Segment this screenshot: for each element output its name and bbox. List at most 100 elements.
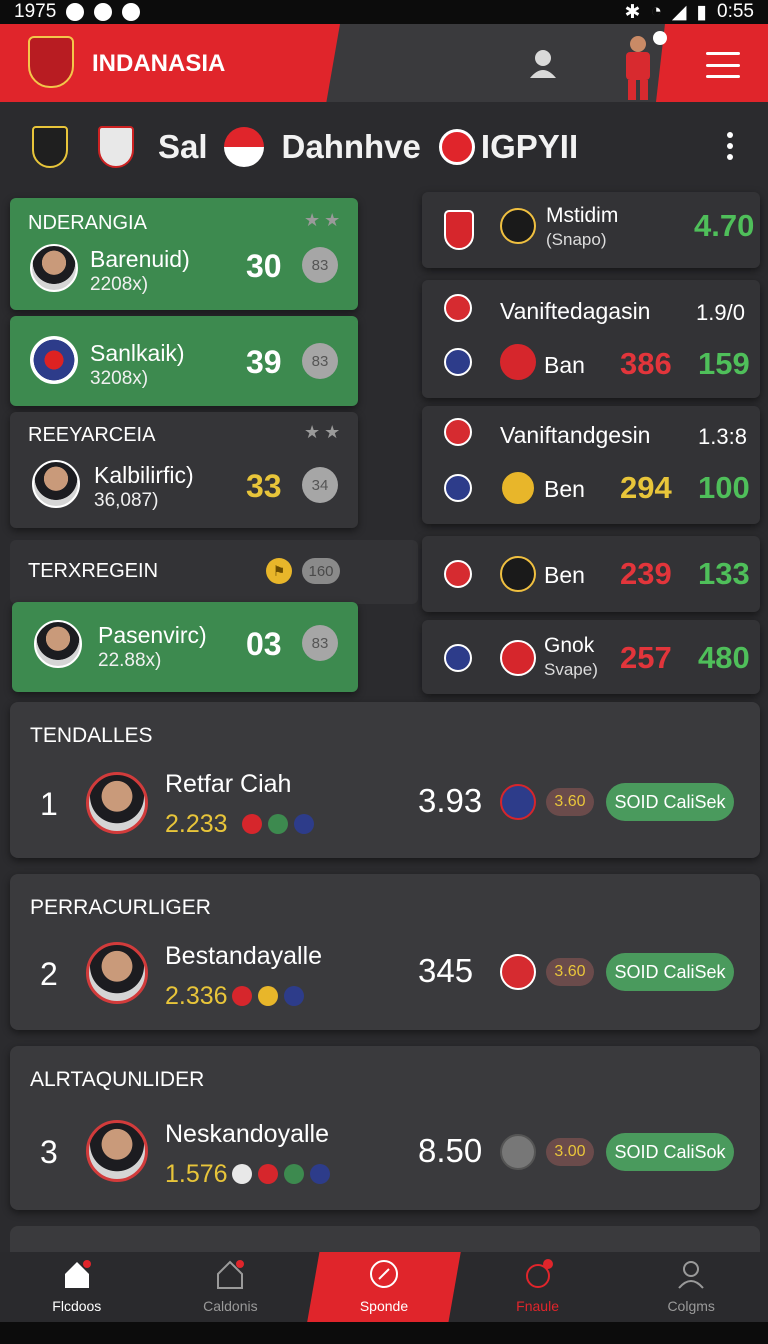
leader-heading: ALRTAQUNLIDER bbox=[30, 1068, 205, 1091]
profile-icon[interactable] bbox=[528, 46, 562, 80]
nav-label: Flcdoos bbox=[52, 1298, 102, 1314]
match-name: Mstidim bbox=[546, 204, 619, 227]
leader-value: 1.576 bbox=[165, 1160, 228, 1188]
brand-title: INDANASIA bbox=[92, 50, 226, 77]
bluetooth-icon: ✱ bbox=[624, 1, 641, 23]
leader-heading: PERRACURLIGER bbox=[30, 896, 211, 919]
avatar bbox=[86, 942, 148, 1004]
leader-row[interactable]: TENDALLES 1 Retfar Ciah 2.233 3.93 3.60 … bbox=[10, 702, 760, 858]
team-name: Ben bbox=[544, 562, 585, 588]
leader-row[interactable]: PERRACURLIGER 2 Bestandayalle 2.336 345 … bbox=[10, 874, 760, 1030]
match-ratio: 1.3:8 bbox=[698, 424, 747, 449]
score-b: 159 bbox=[698, 346, 750, 381]
match-card[interactable]: Ben 239 133 bbox=[422, 536, 760, 612]
player-name: Barenuid) bbox=[90, 246, 190, 272]
match-card[interactable]: Vaniftedagasin 1.9/0 Ban 386 159 bbox=[422, 280, 760, 398]
settings-icon bbox=[94, 3, 113, 21]
leader-score: 345 bbox=[418, 952, 474, 989]
action-button[interactable]: SOID CaliSek bbox=[606, 783, 734, 821]
player-card[interactable]: Sanlkaik) 3208x) 39 83 bbox=[10, 316, 358, 406]
team-name: Gnok bbox=[544, 634, 595, 657]
rank-number: 2 bbox=[40, 956, 58, 992]
match-card[interactable]: Mstidim (Snapo) 4.70 bbox=[422, 192, 760, 268]
player-card[interactable]: Pasenvirc) 22.88x) 03 83 bbox=[12, 602, 358, 692]
team-sub: Svape) bbox=[544, 660, 598, 679]
battery-icon: ▮ bbox=[696, 1, 708, 23]
rank-number: 3 bbox=[40, 1134, 58, 1170]
status-time-left: 1975 bbox=[14, 1, 57, 22]
team-blue-icon bbox=[444, 348, 472, 376]
club-logo-icon bbox=[500, 1134, 536, 1170]
club-logo-icon bbox=[500, 640, 536, 676]
nav-item-calendar[interactable]: Caldonis bbox=[154, 1252, 308, 1322]
player-name: Sanlkaik) bbox=[90, 340, 185, 366]
hamburger-menu-icon[interactable] bbox=[706, 52, 740, 78]
notification-icon bbox=[122, 3, 141, 21]
team-b-name: Dahnhve bbox=[281, 128, 421, 165]
player-score: 30 bbox=[246, 248, 282, 284]
player-stat: 22.88x) bbox=[98, 650, 162, 671]
club-logo-icon bbox=[500, 954, 536, 990]
score-b: 480 bbox=[698, 640, 750, 675]
player-card[interactable]: NDERANGIA ★★ Barenuid) 2208x) 30 83 bbox=[10, 198, 358, 310]
flag-icon bbox=[223, 127, 264, 167]
team-name: Ben bbox=[544, 476, 585, 502]
leader-score: 3.93 bbox=[418, 782, 483, 819]
team-b-crest-icon bbox=[98, 126, 134, 168]
score-a: 257 bbox=[620, 640, 672, 675]
nav-item-finale[interactable]: Fnaule bbox=[461, 1252, 615, 1322]
club-icons bbox=[232, 986, 304, 1006]
nav-label: Fnaule bbox=[516, 1298, 559, 1314]
match-name: Vaniftandgesin bbox=[500, 422, 651, 448]
score-b: 100 bbox=[698, 470, 750, 505]
status-time-right: 0:55 bbox=[717, 1, 754, 22]
next-row-peek bbox=[10, 1226, 760, 1252]
count-pill: 160 bbox=[302, 558, 340, 584]
brand-logo-icon[interactable] bbox=[28, 36, 74, 88]
leader-row[interactable]: ALRTAQUNLIDER 3 Neskandoyalle 1.576 8.50… bbox=[10, 1046, 760, 1210]
star-icons[interactable]: ★★ bbox=[304, 210, 344, 231]
club-logo-icon bbox=[500, 470, 536, 506]
avatar bbox=[86, 772, 148, 834]
action-button[interactable]: SOID CaliSok bbox=[606, 1133, 734, 1171]
compass-icon bbox=[369, 1260, 398, 1288]
match-card[interactable]: Gnok Svape) 257 480 bbox=[422, 620, 760, 694]
club-logo-icon bbox=[500, 344, 536, 380]
leader-name: Retfar Ciah bbox=[165, 770, 292, 798]
league-tag: IGPYII bbox=[480, 128, 579, 165]
alarm-icon bbox=[66, 3, 85, 21]
odds-pill[interactable]: 3.60 bbox=[546, 788, 594, 816]
player-score: 39 bbox=[246, 344, 282, 380]
team-a-crest-icon bbox=[32, 126, 68, 168]
leader-name: Neskandoyalle bbox=[165, 1120, 329, 1148]
player-card[interactable]: REEYARCEIA ★★ Kalbilirfic) 36,087) 33 34 bbox=[10, 412, 358, 528]
nav-item-profile[interactable]: Colgms bbox=[614, 1252, 768, 1322]
match-value: 4.70 bbox=[694, 208, 755, 243]
leader-name: Bestandayalle bbox=[165, 942, 323, 970]
user-icon bbox=[678, 1261, 704, 1289]
match-card[interactable]: Vaniftandgesin 1.3:8 Ben 294 100 bbox=[422, 406, 760, 524]
club-logo-icon bbox=[500, 784, 536, 820]
team-blue-icon bbox=[444, 644, 472, 672]
action-button[interactable]: SOID CaliSek bbox=[606, 953, 734, 991]
leader-heading: TENDALLES bbox=[30, 724, 153, 747]
nav-label: Sponde bbox=[359, 1298, 409, 1314]
rating-badge: 83 bbox=[302, 343, 338, 379]
match-name: Vaniftedagasin bbox=[500, 298, 651, 324]
card-heading: TERXREGEIN bbox=[28, 560, 159, 582]
signal-icon: ◢ bbox=[671, 1, 687, 23]
odds-pill[interactable]: 3.60 bbox=[546, 958, 594, 986]
more-options-icon[interactable] bbox=[726, 132, 734, 160]
house-outline-icon bbox=[217, 1260, 245, 1289]
odds-pill[interactable]: 3.00 bbox=[546, 1138, 594, 1166]
club-crest-icon bbox=[444, 210, 474, 250]
player-name: Kalbilirfic) bbox=[94, 462, 194, 488]
match-sub: (Snapo) bbox=[546, 230, 607, 249]
team-red-icon bbox=[444, 560, 472, 588]
team-name: Ban bbox=[544, 352, 585, 378]
nav-item-home[interactable]: Flcdoos bbox=[0, 1252, 154, 1322]
star-icons[interactable]: ★★ bbox=[304, 422, 344, 443]
nav-item-sponde[interactable]: Sponde bbox=[307, 1252, 461, 1322]
leader-value: 2.336 bbox=[165, 982, 228, 1010]
trophy-icon bbox=[525, 1259, 553, 1288]
